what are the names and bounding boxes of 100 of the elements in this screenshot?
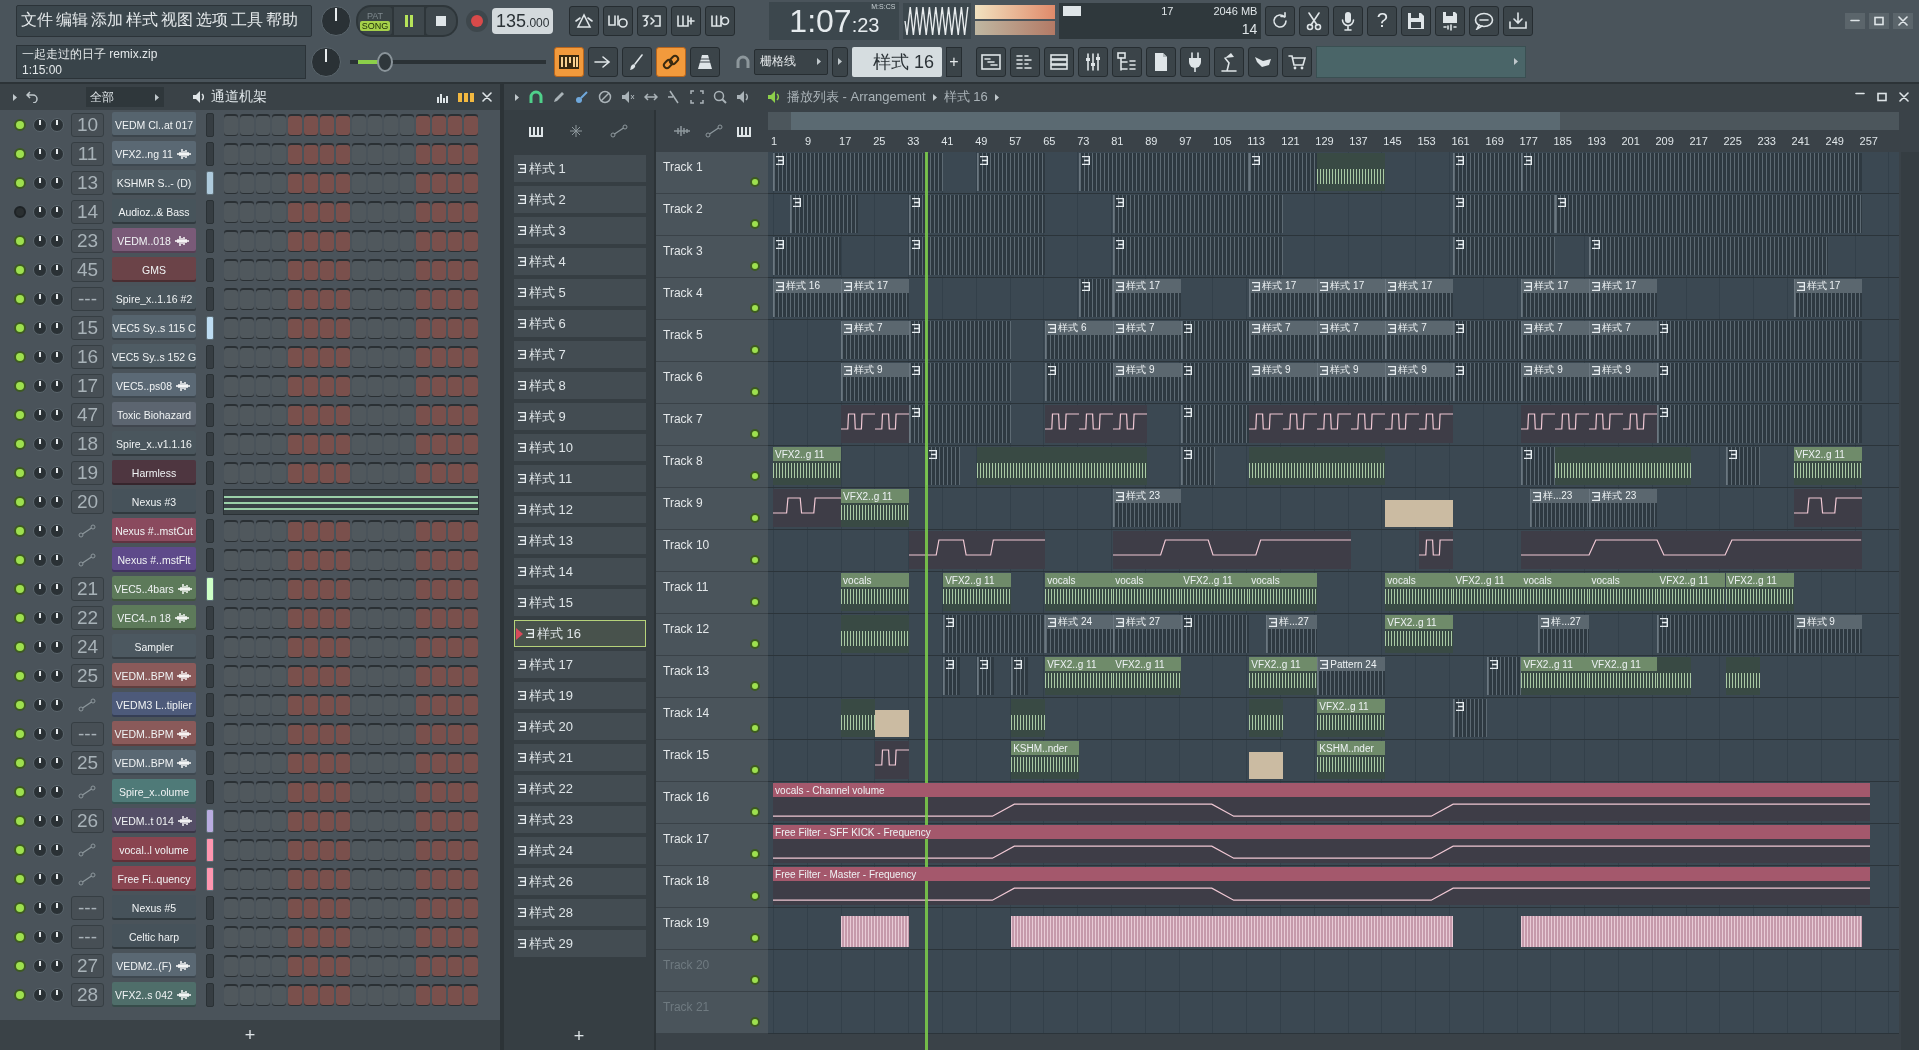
track-header[interactable]: Track 18: [656, 866, 768, 908]
channel-number[interactable]: 25: [71, 750, 104, 775]
audio-clip[interactable]: VFX2..g 11: [1385, 615, 1454, 653]
channel-button[interactable]: Celtic harp: [112, 924, 196, 949]
channel-number[interactable]: 23: [71, 228, 104, 253]
track-lane[interactable]: VFX2..g 11: [768, 698, 1899, 740]
pattern-clip[interactable]: 样式 7: [1317, 321, 1386, 359]
channel-button[interactable]: Spire_x..olume: [112, 779, 196, 804]
channel-button[interactable]: VEC5..ps08: [112, 373, 196, 398]
pattern-clip[interactable]: 样式 9: [1589, 363, 1658, 401]
channel-number[interactable]: 14: [71, 199, 104, 224]
mode-toggle[interactable]: SONG: [359, 20, 391, 31]
pattern-clip[interactable]: 样式 6: [1045, 321, 1114, 359]
pattern-item[interactable]: 样式 1: [514, 155, 646, 182]
track-lane[interactable]: 样式 16 样式 17 样式 17 样式 17 样式 17 样式 17 样式 17 样式 17 样式 17: [768, 278, 1899, 320]
pattern-item[interactable]: 样式 10: [514, 434, 646, 461]
audio-clip[interactable]: VFX2..g 11: [1249, 657, 1318, 695]
track-header[interactable]: Track 17: [656, 824, 768, 866]
channel-number[interactable]: 16: [71, 344, 104, 369]
mode-toggle[interactable]: PAT: [364, 10, 386, 21]
pattern-clip[interactable]: 样式 9: [1521, 363, 1590, 401]
track-name[interactable]: Track 1: [663, 160, 703, 174]
pattern-clip[interactable]: Pattern 24: [1317, 657, 1386, 695]
track-lane[interactable]: KSHM..nder KSHM..nder: [768, 740, 1899, 782]
channel-number[interactable]: ---: [71, 895, 104, 920]
pattern-item[interactable]: 样式 21: [514, 744, 646, 771]
track-name[interactable]: Track 9: [663, 496, 703, 510]
track-header[interactable]: Track 15: [656, 740, 768, 782]
track-name[interactable]: Track 4: [663, 286, 703, 300]
track-name[interactable]: Track 11: [663, 580, 709, 594]
pattern-clip[interactable]: 样式 7: [1521, 321, 1590, 359]
pattern-item[interactable]: 样式 13: [514, 527, 646, 554]
channel-button[interactable]: VEC5 Sy..s 115 C: [112, 315, 196, 340]
audio-clip[interactable]: vocals: [1249, 573, 1318, 611]
pattern-item[interactable]: 样式 9: [514, 403, 646, 430]
audio-clip[interactable]: VFX2..g 11: [1793, 447, 1862, 485]
pattern-item[interactable]: 样式 7: [514, 341, 646, 368]
track-header[interactable]: Track 7: [656, 404, 768, 446]
channel-number[interactable]: 10: [71, 112, 104, 137]
channel-button[interactable]: VEC5..4bars: [112, 576, 196, 601]
pattern-item[interactable]: 样式 8: [514, 372, 646, 399]
track-header[interactable]: Track 3: [656, 236, 768, 278]
track-lane[interactable]: vocals VFX2..g 11 vocals vocals VFX2..g 11 vocals vocals VFX2..g 11 vocals vocals VFX2..g 11 VFX2..g 11: [768, 572, 1899, 614]
filter-dropdown[interactable]: 全部: [86, 87, 164, 107]
channel-button[interactable]: VEDM2..(F): [112, 953, 196, 978]
audio-clip[interactable]: VFX2..g 11: [943, 573, 1012, 611]
channel-number[interactable]: 22: [71, 605, 104, 630]
audio-clip[interactable]: VFX2..g 11: [1453, 573, 1522, 611]
pattern-clip[interactable]: 样式 17: [1793, 279, 1862, 317]
audio-clip[interactable]: VFX2..g 11: [773, 447, 842, 485]
audio-clip[interactable]: vocals: [1589, 573, 1658, 611]
audio-clip[interactable]: VFX2..g 11: [1521, 657, 1590, 695]
track-header[interactable]: Track 6: [656, 362, 768, 404]
channel-button[interactable]: Nexus #3: [112, 489, 196, 514]
track-lane[interactable]: 样式 9 样式 9 样式 9 样式 9 样式 9 样式 9 样式 9: [768, 362, 1899, 404]
channel-button[interactable]: VEDM Cl..at 017: [112, 112, 196, 137]
channel-button[interactable]: VFX2..ng 11: [112, 141, 196, 166]
audio-clip[interactable]: vocals: [1113, 573, 1182, 611]
channel-number[interactable]: 26: [71, 808, 104, 833]
channel-number[interactable]: 25: [71, 663, 104, 688]
pattern-item[interactable]: 样式 22: [514, 775, 646, 802]
channel-button[interactable]: Harmless: [112, 460, 196, 485]
timeline-ruler[interactable]: 1 9 17 25 33 41 49 57 65 73 81 89 97 105 113 121 129 137 145 153 161 169 177 185 193 201 209 217 225 233 241 249 257: [768, 130, 1899, 152]
audio-clip[interactable]: VFX2..g 11: [1589, 657, 1658, 695]
pattern-clip[interactable]: 样...23: [1529, 489, 1590, 527]
pattern-clip[interactable]: 样式 17: [1249, 279, 1318, 317]
track-header[interactable]: Track 13: [656, 656, 768, 698]
pattern-clip[interactable]: 样式 17: [1589, 279, 1658, 317]
track-lane[interactable]: VFX2..g 11 VFX2..g 11: [768, 446, 1899, 488]
track-name[interactable]: Track 15: [663, 748, 710, 762]
menu-item[interactable]: 样式: [126, 10, 158, 31]
track-lane[interactable]: 样式 7 样式 6 样式 7 样式 7 样式 7 样式 7 样式 7 样式 7: [768, 320, 1899, 362]
track-header[interactable]: Track 4: [656, 278, 768, 320]
pattern-item[interactable]: 样式 5: [514, 279, 646, 306]
menu-item[interactable]: 视图: [161, 10, 193, 31]
pattern-clip[interactable]: 样式 7: [1385, 321, 1454, 359]
track-name[interactable]: Track 8: [663, 454, 703, 468]
pattern-item[interactable]: 样式 20: [514, 713, 646, 740]
track-header[interactable]: Track 19: [656, 908, 768, 950]
track-header[interactable]: Track 5: [656, 320, 768, 362]
menu-item[interactable]: 添加: [91, 10, 123, 31]
track-lane[interactable]: VFX2..g 11 样式 23 样...23 样式 23: [768, 488, 1899, 530]
menu-item[interactable]: 选项: [196, 10, 228, 31]
channel-button[interactable]: VEC5 Sy..s 152 G: [112, 344, 196, 369]
pattern-selector[interactable]: 样式 16: [852, 46, 942, 77]
pattern-item[interactable]: 样式 3: [514, 217, 646, 244]
channel-button[interactable]: Nexus #..mstFlt: [112, 547, 196, 572]
channel-button[interactable]: Nexus #5: [112, 895, 196, 920]
track-name[interactable]: Track 18: [663, 874, 710, 888]
add-channel-button[interactable]: +: [238, 1023, 262, 1047]
channel-button[interactable]: GMS: [112, 257, 196, 282]
channel-button[interactable]: KSHMR S..- (D): [112, 170, 196, 195]
pattern-clip[interactable]: 样式 17: [1317, 279, 1386, 317]
pattern-clip[interactable]: 样式 17: [1521, 279, 1590, 317]
track-name[interactable]: Track 2: [663, 202, 703, 216]
pattern-clip[interactable]: 样式 9: [841, 363, 910, 401]
track-header[interactable]: Track 9: [656, 488, 768, 530]
channel-number[interactable]: 17: [71, 373, 104, 398]
channel-number[interactable]: 47: [71, 402, 104, 427]
pattern-clip[interactable]: 样式 17: [841, 279, 910, 317]
